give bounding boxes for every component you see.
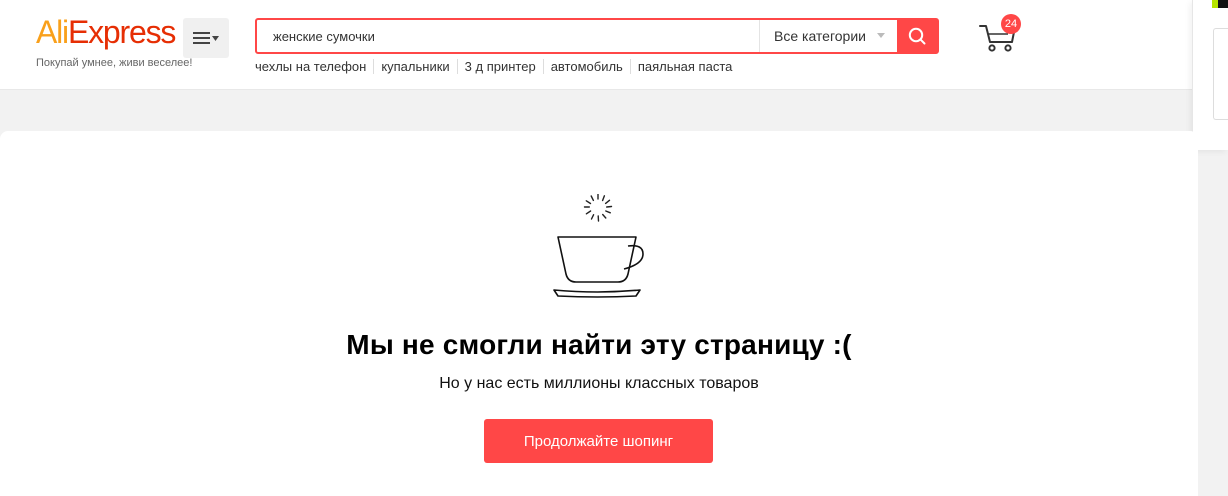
page-title: Мы не смогли найти эту страницу :( <box>346 329 852 360</box>
cart-button[interactable]: 24 <box>978 14 1024 54</box>
site-header: AliExpress Покупай умнее, живи веселее! … <box>0 0 1228 90</box>
not-found-card: Мы не смогли найти эту страницу :( Но у … <box>0 131 1198 496</box>
logo-part-ali: Ali <box>36 14 69 50</box>
search-input[interactable] <box>257 20 759 52</box>
hot-search-link[interactable]: паяльная паста <box>629 59 740 74</box>
logo-tagline: Покупай умнее, живи веселее! <box>36 57 193 69</box>
side-corner-mark-dark <box>1218 0 1228 8</box>
search-bar: Все категории <box>255 18 939 54</box>
continue-shopping-button[interactable]: Продолжайте шопинг <box>484 419 713 463</box>
side-panel <box>1192 0 1228 150</box>
chevron-down-icon <box>877 33 885 38</box>
logo-block[interactable]: AliExpress Покупай умнее, живи веселее! <box>36 14 193 69</box>
hamburger-menu-icon <box>193 32 219 44</box>
search-category-label: Все категории <box>774 28 866 44</box>
hot-search-link[interactable]: чехлы на телефон <box>255 59 373 74</box>
categories-menu-button[interactable] <box>183 18 229 58</box>
coffee-cup-icon <box>553 194 644 298</box>
search-button[interactable] <box>897 20 937 52</box>
search-icon <box>908 27 926 45</box>
logo-part-express: Express <box>67 14 176 50</box>
side-panel-tab[interactable] <box>1213 28 1228 120</box>
hot-search-link[interactable]: 3 д принтер <box>456 59 543 74</box>
aliexpress-logo[interactable]: AliExpress <box>36 14 184 50</box>
hot-searches: чехлы на телефон купальники 3 д принтер … <box>255 59 739 74</box>
cart-count-badge: 24 <box>1001 14 1021 34</box>
hot-search-link[interactable]: купальники <box>373 59 456 74</box>
hot-search-link[interactable]: автомобиль <box>542 59 630 74</box>
page-subtitle: Но у нас есть миллионы классных товаров <box>439 375 759 392</box>
search-category-select[interactable]: Все категории <box>759 20 897 52</box>
